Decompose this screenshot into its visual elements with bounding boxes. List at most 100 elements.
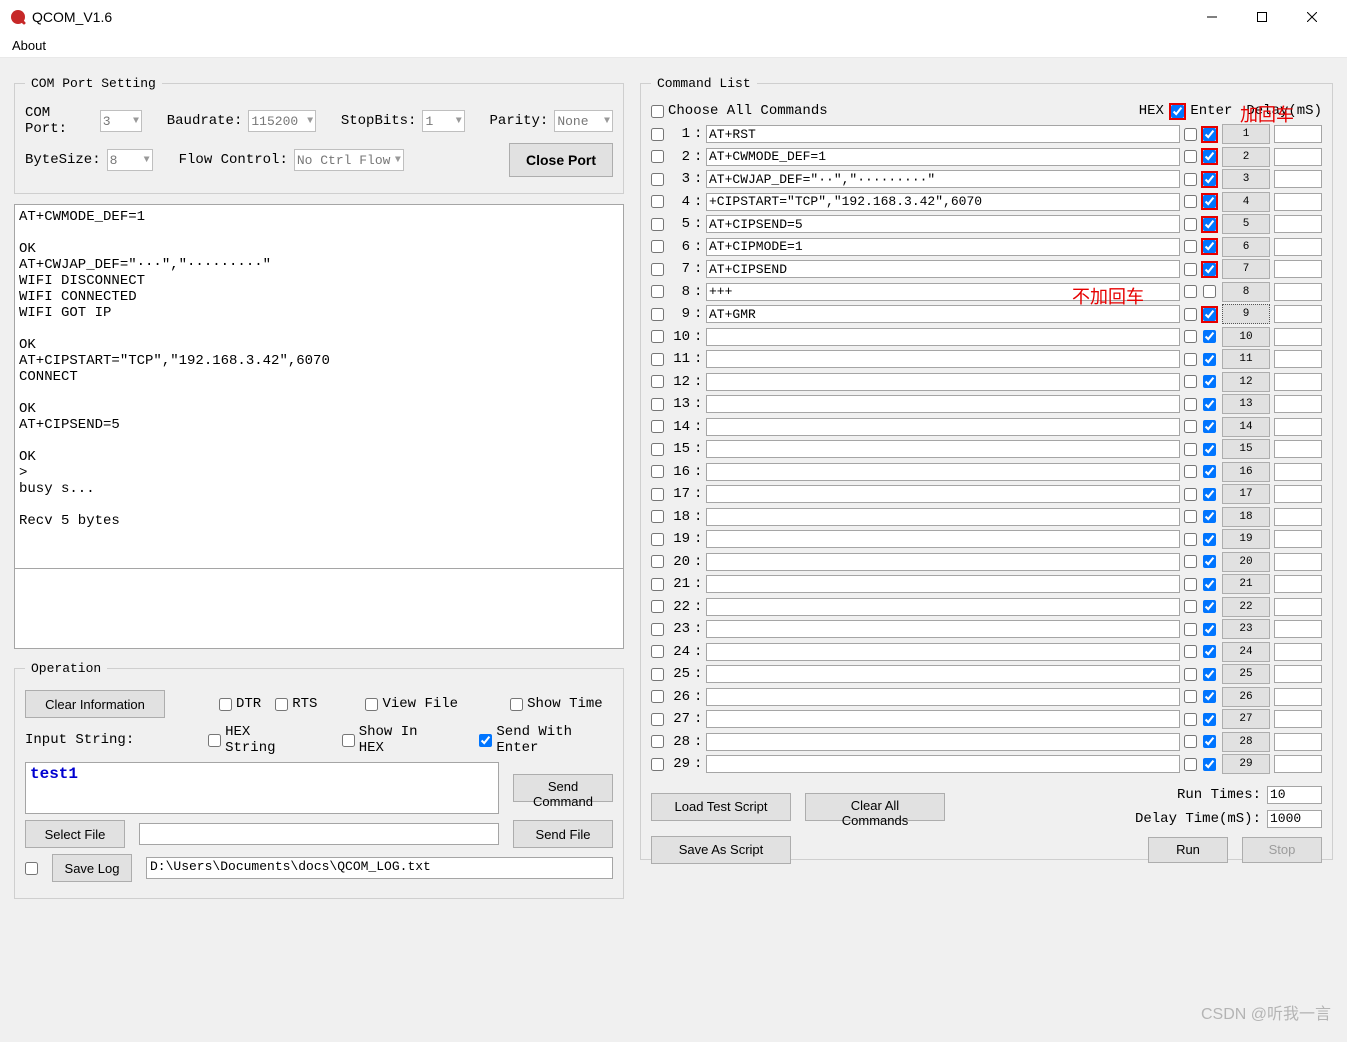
- cmd-text-input[interactable]: [706, 328, 1180, 346]
- cmd-delay-input[interactable]: [1274, 148, 1322, 166]
- cmd-send-button[interactable]: 7: [1222, 259, 1270, 279]
- input-string-field[interactable]: test1: [25, 762, 499, 814]
- cmd-select-checkbox[interactable]: [651, 443, 664, 456]
- cmd-text-input[interactable]: [706, 710, 1180, 728]
- menu-about[interactable]: About: [6, 36, 52, 55]
- cmd-send-button[interactable]: 18: [1222, 507, 1270, 527]
- parity-select[interactable]: None▼: [554, 110, 613, 132]
- cmd-text-input[interactable]: [706, 733, 1180, 751]
- cmd-text-input[interactable]: [706, 418, 1180, 436]
- cmd-send-button[interactable]: 20: [1222, 552, 1270, 572]
- cmd-delay-input[interactable]: [1274, 710, 1322, 728]
- cmd-send-button[interactable]: 26: [1222, 687, 1270, 707]
- stopbits-select[interactable]: 1▼: [422, 110, 464, 132]
- cmd-select-checkbox[interactable]: [651, 330, 664, 343]
- cmd-hex-checkbox[interactable]: [1184, 218, 1197, 231]
- cmd-enter-checkbox[interactable]: [1203, 398, 1216, 411]
- cmd-delay-input[interactable]: [1274, 755, 1322, 773]
- cmd-hex-checkbox[interactable]: [1184, 578, 1197, 591]
- run-button[interactable]: Run: [1148, 837, 1228, 863]
- cmd-select-checkbox[interactable]: [651, 375, 664, 388]
- cmd-select-checkbox[interactable]: [651, 668, 664, 681]
- cmd-enter-checkbox[interactable]: [1203, 555, 1216, 568]
- cmd-send-button[interactable]: 6: [1222, 237, 1270, 257]
- cmd-delay-input[interactable]: [1274, 350, 1322, 368]
- cmd-send-button[interactable]: 16: [1222, 462, 1270, 482]
- cmd-delay-input[interactable]: [1274, 463, 1322, 481]
- cmd-text-input[interactable]: [706, 238, 1180, 256]
- cmd-delay-input[interactable]: [1274, 238, 1322, 256]
- cmd-text-input[interactable]: [706, 373, 1180, 391]
- cmd-delay-input[interactable]: [1274, 418, 1322, 436]
- cmd-select-checkbox[interactable]: [651, 218, 664, 231]
- cmd-delay-input[interactable]: [1274, 283, 1322, 301]
- cmd-send-button[interactable]: 13: [1222, 394, 1270, 414]
- cmd-select-checkbox[interactable]: [651, 128, 664, 141]
- cmd-hex-checkbox[interactable]: [1184, 240, 1197, 253]
- cmd-delay-input[interactable]: [1274, 193, 1322, 211]
- cmd-enter-checkbox[interactable]: [1203, 488, 1216, 501]
- cmd-select-checkbox[interactable]: [651, 533, 664, 546]
- cmd-delay-input[interactable]: [1274, 485, 1322, 503]
- cmd-text-input[interactable]: [706, 620, 1180, 638]
- cmd-text-input[interactable]: [706, 485, 1180, 503]
- cmd-enter-checkbox[interactable]: [1203, 578, 1216, 591]
- cmd-hex-checkbox[interactable]: [1184, 443, 1197, 456]
- cmd-hex-checkbox[interactable]: [1184, 488, 1197, 501]
- cmd-send-button[interactable]: 12: [1222, 372, 1270, 392]
- enter-header-checkbox[interactable]: [1171, 105, 1184, 118]
- cmd-send-button[interactable]: 15: [1222, 439, 1270, 459]
- cmd-hex-checkbox[interactable]: [1184, 510, 1197, 523]
- cmd-select-checkbox[interactable]: [651, 510, 664, 523]
- cmd-select-checkbox[interactable]: [651, 398, 664, 411]
- cmd-text-input[interactable]: [706, 643, 1180, 661]
- cmd-select-checkbox[interactable]: [651, 758, 664, 771]
- cmd-send-button[interactable]: 9: [1222, 304, 1270, 324]
- dtr-checkbox[interactable]: DTR: [219, 696, 261, 712]
- cmd-send-button[interactable]: 14: [1222, 417, 1270, 437]
- cmd-delay-input[interactable]: [1274, 125, 1322, 143]
- cmd-enter-checkbox[interactable]: [1203, 668, 1216, 681]
- cmd-select-checkbox[interactable]: [651, 308, 664, 321]
- cmd-send-button[interactable]: 28: [1222, 732, 1270, 752]
- load-test-script-button[interactable]: Load Test Script: [651, 793, 791, 821]
- cmd-text-input[interactable]: [706, 305, 1180, 323]
- cmd-send-button[interactable]: 24: [1222, 642, 1270, 662]
- cmd-select-checkbox[interactable]: [651, 645, 664, 658]
- cmd-hex-checkbox[interactable]: [1184, 758, 1197, 771]
- cmd-text-input[interactable]: [706, 553, 1180, 571]
- send-file-button[interactable]: Send File: [513, 820, 613, 848]
- hex-string-checkbox[interactable]: HEX String: [208, 724, 302, 756]
- cmd-hex-checkbox[interactable]: [1184, 690, 1197, 703]
- cmd-enter-checkbox[interactable]: [1203, 713, 1216, 726]
- cmd-enter-checkbox[interactable]: [1203, 218, 1216, 231]
- cmd-send-button[interactable]: 10: [1222, 327, 1270, 347]
- send-command-button[interactable]: Send Command: [513, 774, 613, 802]
- cmd-delay-input[interactable]: [1274, 643, 1322, 661]
- cmd-delay-input[interactable]: [1274, 530, 1322, 548]
- close-button[interactable]: [1287, 2, 1337, 32]
- cmd-select-checkbox[interactable]: [651, 735, 664, 748]
- comport-select[interactable]: 3▼: [100, 110, 142, 132]
- cmd-enter-checkbox[interactable]: [1203, 758, 1216, 771]
- cmd-text-input[interactable]: [706, 755, 1180, 773]
- clear-all-commands-button[interactable]: Clear All Commands: [805, 793, 945, 821]
- flowcontrol-select[interactable]: No Ctrl Flow▼: [294, 149, 404, 171]
- delay-time-input[interactable]: [1267, 810, 1322, 828]
- cmd-hex-checkbox[interactable]: [1184, 420, 1197, 433]
- cmd-hex-checkbox[interactable]: [1184, 555, 1197, 568]
- cmd-enter-checkbox[interactable]: [1203, 330, 1216, 343]
- cmd-text-input[interactable]: [706, 530, 1180, 548]
- cmd-text-input[interactable]: [706, 193, 1180, 211]
- cmd-enter-checkbox[interactable]: [1203, 240, 1216, 253]
- file-path-field[interactable]: [139, 823, 499, 845]
- cmd-delay-input[interactable]: [1274, 620, 1322, 638]
- cmd-enter-checkbox[interactable]: [1203, 420, 1216, 433]
- secondary-output[interactable]: [14, 569, 624, 649]
- save-log-button[interactable]: Save Log: [52, 854, 132, 882]
- cmd-send-button[interactable]: 21: [1222, 574, 1270, 594]
- cmd-text-input[interactable]: [706, 665, 1180, 683]
- cmd-enter-checkbox[interactable]: [1203, 173, 1216, 186]
- cmd-text-input[interactable]: [706, 170, 1180, 188]
- cmd-hex-checkbox[interactable]: [1184, 330, 1197, 343]
